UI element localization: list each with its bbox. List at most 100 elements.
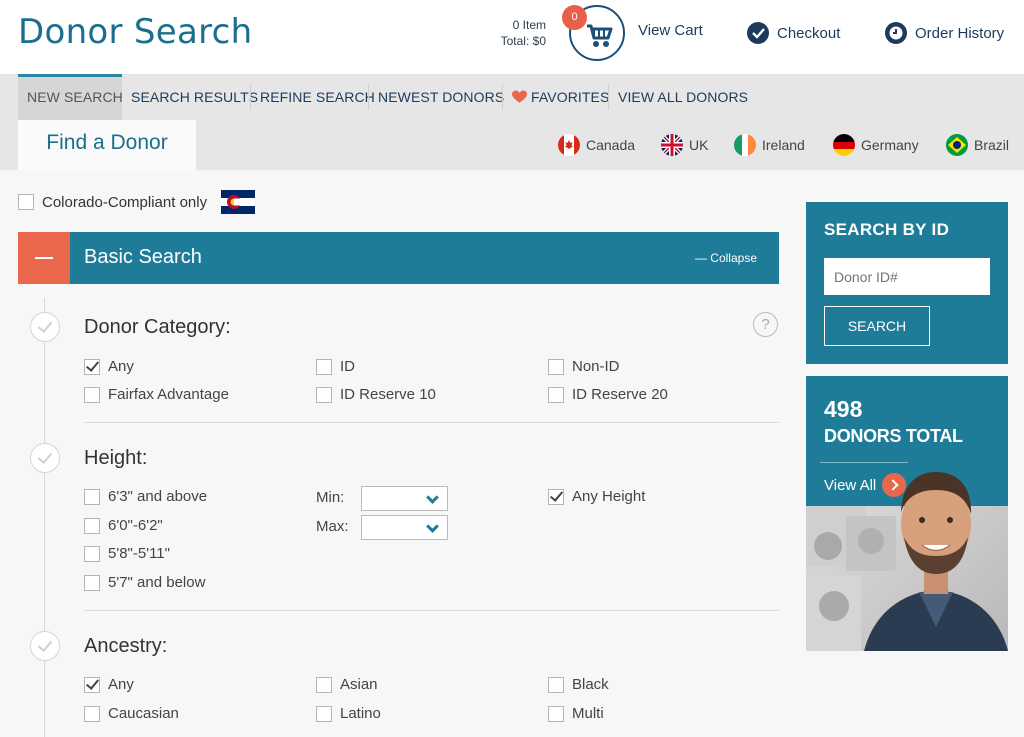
option-donor-category-non-id[interactable]: Non-ID — [548, 358, 620, 375]
colorado-filter[interactable]: Colorado-Compliant only — [18, 190, 256, 214]
option-donor-category-any[interactable]: Any — [84, 358, 134, 375]
checkbox[interactable] — [548, 386, 564, 403]
option-label: Any — [108, 358, 134, 375]
option-ancestry-latino[interactable]: Latino — [316, 705, 381, 722]
tab-find-a-donor[interactable]: Find a Donor — [18, 120, 196, 170]
colorado-checkbox[interactable] — [18, 194, 34, 210]
option-label: Any — [108, 676, 134, 693]
country-canada[interactable]: Canada — [558, 134, 635, 156]
checkbox[interactable] — [84, 705, 100, 722]
checkbox[interactable] — [548, 676, 564, 693]
height-title: Height: — [84, 447, 148, 469]
search-by-id-title: SEARCH BY ID — [824, 220, 950, 239]
uk-flag-icon — [661, 134, 683, 156]
header: Donor Search 0 Item Total: $0 0 View Car… — [0, 0, 1024, 74]
main-content: Colorado-Compliant only Basic Search — C… — [0, 170, 1024, 737]
order-history-label: Order History — [915, 24, 1005, 42]
checkbox[interactable] — [548, 705, 564, 722]
country-label: Germany — [861, 137, 919, 153]
country-germany[interactable]: Germany — [833, 134, 919, 156]
min-height-select[interactable] — [361, 486, 448, 511]
country-bar: Find a Donor Canada UK Ireland Germany B… — [0, 120, 1024, 170]
option-label: ID Reserve 20 — [572, 386, 668, 403]
option-ancestry-caucasian[interactable]: Caucasian — [84, 705, 179, 722]
section-divider — [84, 422, 779, 423]
brand-title[interactable]: Donor Search — [18, 12, 253, 52]
checkbox[interactable] — [316, 386, 332, 403]
checkbox[interactable] — [548, 358, 564, 375]
min-height-label: Min: — [316, 489, 345, 506]
option-ancestry-black[interactable]: Black — [548, 676, 609, 693]
country-ireland[interactable]: Ireland — [734, 134, 805, 156]
checkbox[interactable] — [316, 676, 332, 693]
heart-icon — [512, 90, 527, 103]
option-label: Black — [572, 676, 609, 693]
nav-view-all-donors[interactable]: VIEW ALL DONORS — [609, 74, 757, 120]
donor-id-input[interactable] — [824, 258, 990, 295]
option-label: 6'0"-6'2" — [108, 517, 163, 534]
donors-count: 498 — [824, 396, 863, 422]
clock-icon — [885, 22, 907, 44]
country-label: Brazil — [974, 137, 1010, 153]
option-donor-category-id-reserve-20[interactable]: ID Reserve 20 — [548, 386, 668, 403]
option-height-5-8-5-11[interactable]: 5'8"-5'11" — [84, 545, 170, 562]
collapse-link[interactable]: — Collapse — [695, 251, 757, 265]
checkbox[interactable] — [84, 358, 100, 375]
option-label: Caucasian — [108, 705, 179, 722]
checkbox[interactable] — [84, 517, 100, 534]
country-brazil[interactable]: Brazil — [946, 134, 1009, 156]
step-check-icon — [30, 443, 60, 473]
option-label: 6'3" and above — [108, 488, 208, 505]
timeline-line — [44, 298, 45, 737]
country-label: UK — [689, 137, 709, 153]
chevron-down-icon — [426, 520, 439, 533]
country-label: Ireland — [762, 137, 805, 153]
option-label: 5'8"-5'11" — [108, 545, 170, 562]
nav-refine-search[interactable]: REFINE SEARCH — [251, 74, 384, 120]
option-label: Fairfax Advantage — [108, 386, 229, 403]
nav-new-search[interactable]: NEW SEARCH — [18, 74, 123, 120]
cart-summary[interactable]: 0 Item Total: $0 — [480, 17, 546, 49]
option-height-6-3-above[interactable]: 6'3" and above — [84, 488, 207, 505]
option-label: Multi — [572, 705, 604, 722]
basic-search-title: Basic Search — [84, 246, 202, 268]
option-donor-category-id-reserve-10[interactable]: ID Reserve 10 — [316, 386, 436, 403]
option-label: Non-ID — [572, 358, 620, 375]
collapse-toggle-button[interactable] — [18, 232, 70, 284]
option-label: Asian — [340, 676, 378, 693]
option-label: ID Reserve 10 — [340, 386, 436, 403]
checkbox[interactable] — [84, 676, 100, 693]
option-height-5-7-below[interactable]: 5'7" and below — [84, 574, 205, 591]
option-donor-category-id[interactable]: ID — [316, 358, 355, 375]
view-cart-link[interactable]: View Cart — [638, 22, 703, 39]
nav-search-results[interactable]: SEARCH RESULTS — [122, 74, 267, 120]
option-donor-category-fairfax-advantage[interactable]: Fairfax Advantage — [84, 386, 229, 403]
checkbox[interactable] — [84, 386, 100, 403]
brazil-flag-icon — [946, 134, 968, 156]
nav-favorites-label: FAVORITES — [531, 89, 610, 105]
nav-favorites[interactable]: FAVORITES — [503, 74, 618, 120]
checkout-link[interactable]: Checkout — [747, 22, 840, 44]
option-height-6-0-6-2[interactable]: 6'0"-6'2" — [84, 517, 163, 534]
max-height-select[interactable] — [361, 515, 448, 540]
option-ancestry-multi[interactable]: Multi — [548, 705, 604, 722]
checkbox[interactable] — [316, 358, 332, 375]
checkbox[interactable] — [84, 488, 100, 505]
checkbox[interactable] — [548, 488, 564, 505]
order-history-link[interactable]: Order History — [885, 22, 1004, 44]
section-divider — [84, 610, 779, 611]
checkbox[interactable] — [84, 574, 100, 591]
option-ancestry-any[interactable]: Any — [84, 676, 134, 693]
option-ancestry-asian[interactable]: Asian — [316, 676, 378, 693]
country-uk[interactable]: UK — [661, 134, 708, 156]
help-icon[interactable]: ? — [753, 312, 778, 337]
checkbox[interactable] — [316, 705, 332, 722]
basic-search-header[interactable]: Basic Search — Collapse — [18, 232, 779, 284]
colorado-label: Colorado-Compliant only — [42, 193, 208, 211]
checkbox[interactable] — [84, 545, 100, 562]
nav-newest-donors[interactable]: NEWEST DONORS — [369, 74, 513, 120]
option-any-height[interactable]: Any Height — [548, 488, 645, 505]
canada-flag-icon — [558, 134, 580, 156]
colorado-flag-icon — [221, 190, 256, 214]
search-button[interactable]: SEARCH — [824, 306, 930, 346]
